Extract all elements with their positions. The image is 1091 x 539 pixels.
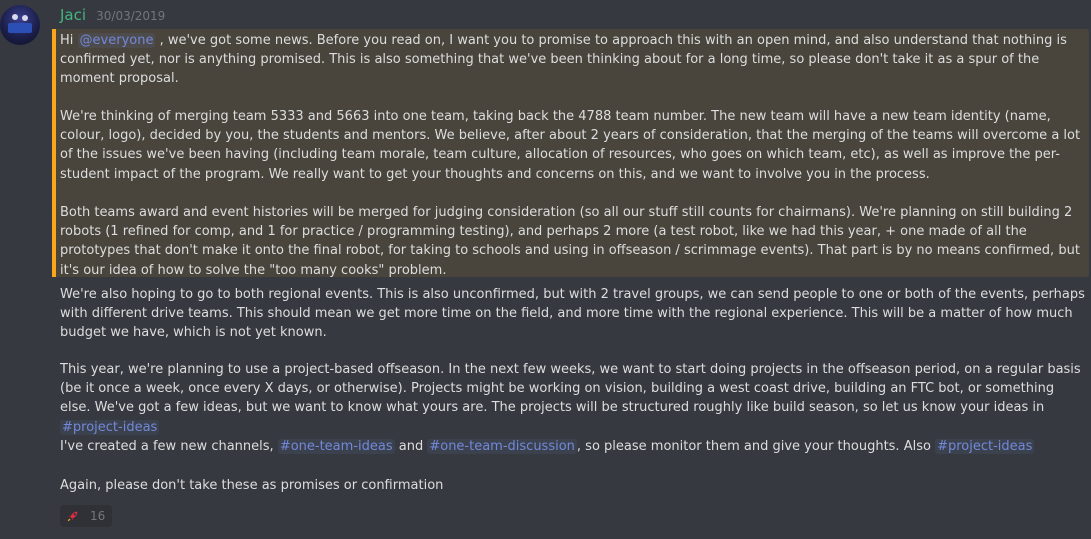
channel-link-one-team-ideas[interactable]: #one-team-ideas bbox=[277, 439, 395, 454]
text-p6c: , so please monitor them and give your t… bbox=[576, 439, 936, 454]
channel-link-one-team-discussion[interactable]: #one-team-discussion bbox=[427, 439, 577, 454]
avatar-figure bbox=[12, 14, 18, 20]
text-hi: Hi bbox=[60, 33, 78, 48]
channel-link-project-ideas[interactable]: #project-ideas bbox=[60, 419, 160, 435]
paragraph-6: I've created a few new channels, #one-te… bbox=[60, 437, 1086, 456]
reaction-count: 16 bbox=[90, 509, 106, 523]
paragraph-7: Again, please don't take these as promis… bbox=[60, 478, 444, 493]
channel-link-project-ideas-2[interactable]: #project-ideas bbox=[935, 439, 1035, 454]
avatar-figure bbox=[22, 15, 28, 21]
rocket-icon bbox=[67, 511, 78, 522]
avatar-banner bbox=[8, 23, 32, 33]
text-p6b: and bbox=[394, 439, 428, 454]
paragraph-4: We're also hoping to go to both regional… bbox=[60, 287, 1085, 341]
text-p5: This year, we're planning to use a proje… bbox=[60, 362, 1081, 416]
user-avatar[interactable] bbox=[0, 5, 40, 45]
message-header: Jaci 30/03/2019 bbox=[60, 5, 165, 27]
message: Jaci 30/03/2019 Hi @everyone , we've got… bbox=[0, 0, 1091, 539]
mention-everyone[interactable]: @everyone bbox=[77, 33, 156, 48]
username[interactable]: Jaci bbox=[60, 6, 86, 24]
text-p6a: I've created a few new channels, bbox=[60, 439, 278, 454]
paragraph-3: Both teams award and event histories wil… bbox=[60, 205, 1080, 278]
paragraph-5: This year, we're planning to use a proje… bbox=[60, 360, 1086, 437]
paragraph-1: Hi @everyone , we've got some news. Befo… bbox=[60, 31, 1086, 89]
reaction-button[interactable]: 16 bbox=[60, 505, 112, 527]
timestamp[interactable]: 30/03/2019 bbox=[96, 9, 165, 23]
paragraph-2: We're thinking of merging team 5333 and … bbox=[60, 109, 1081, 182]
text-p1: , we've got some news. Before you read o… bbox=[60, 33, 1067, 87]
